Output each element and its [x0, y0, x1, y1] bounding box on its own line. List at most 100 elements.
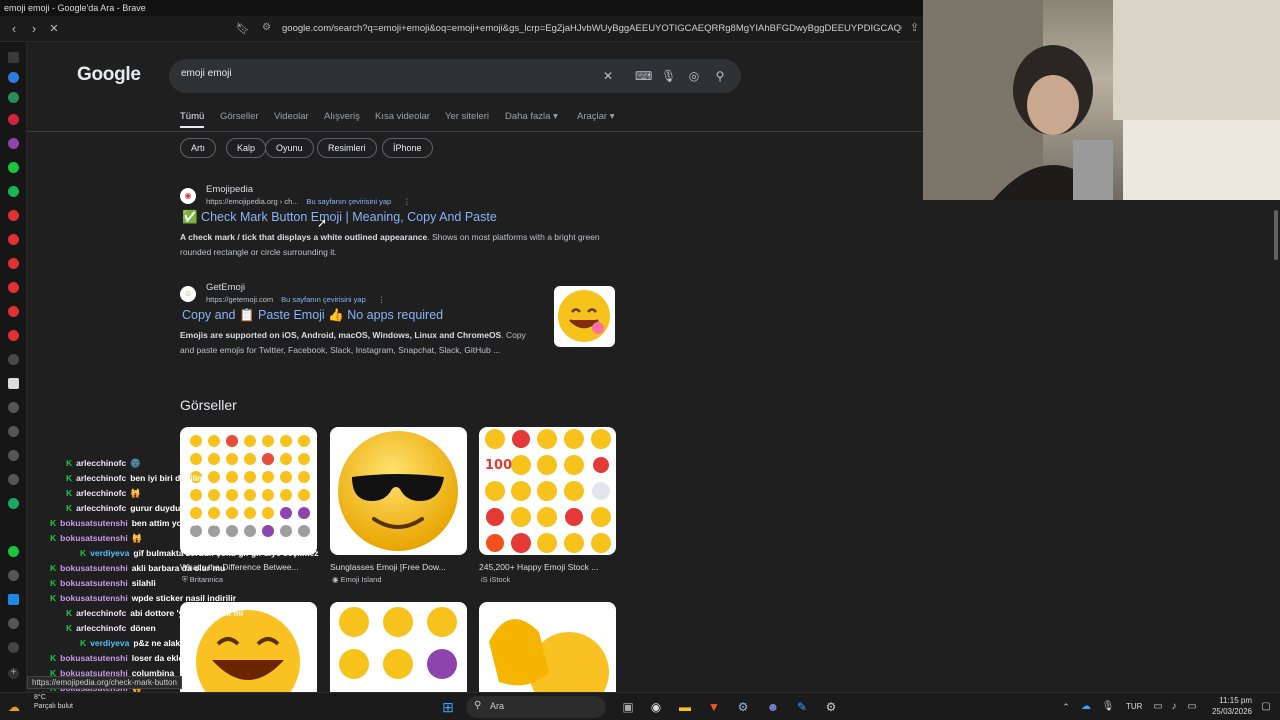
task-view-icon[interactable]: ▣: [620, 699, 636, 715]
clear-icon[interactable]: ✕: [601, 69, 615, 83]
sidebar-app-icon[interactable]: [8, 570, 19, 581]
tab-videos[interactable]: Videolar: [274, 111, 309, 122]
discord-icon[interactable]: ☻: [765, 699, 781, 715]
search-icon[interactable]: ⚲: [713, 69, 727, 83]
svg-text:100: 100: [485, 458, 512, 473]
sidebar-app-icon[interactable]: [8, 546, 19, 557]
clock-date[interactable]: 25/03/2026: [1210, 707, 1252, 716]
sidebar-app-icon[interactable]: [8, 426, 19, 437]
clock-time[interactable]: 11:15 pm: [1214, 696, 1252, 705]
more-options-icon[interactable]: ⋮: [378, 295, 386, 304]
start-menu-icon[interactable]: ⊞: [440, 699, 456, 715]
tab-tools[interactable]: Araçlar ▾: [577, 111, 615, 122]
bookmark-icon[interactable]: 🔖︎: [236, 22, 250, 35]
sidebar-app-icon[interactable]: [8, 402, 19, 413]
filter-chip[interactable]: İPhone: [382, 138, 433, 158]
site-info-icon[interactable]: ⚙: [262, 22, 271, 33]
sidebar-app-icon[interactable]: [8, 234, 19, 245]
tab-places[interactable]: Yer siteleri: [445, 111, 489, 122]
image-result[interactable]: [330, 427, 467, 555]
chat-message: Kbokusatsutenshi🙀: [50, 533, 143, 543]
language-indicator[interactable]: TUR: [1126, 702, 1142, 711]
image-result[interactable]: [479, 602, 616, 692]
translate-link[interactable]: Bu sayfanın çevirisini yap: [307, 197, 392, 206]
lens-icon[interactable]: ◎: [687, 69, 701, 83]
filter-chip[interactable]: Kalp: [226, 138, 267, 158]
result-title-link[interactable]: ✅ Check Mark Button Emoji | Meaning, Cop…: [182, 210, 497, 225]
page-scrollbar[interactable]: [1272, 200, 1280, 690]
sidebar-app-icon[interactable]: [8, 72, 19, 83]
sidebar-app-icon[interactable]: [8, 618, 19, 629]
translate-link[interactable]: Bu sayfanın çevirisini yap: [281, 295, 366, 304]
image-result[interactable]: [180, 427, 317, 555]
app-icon[interactable]: ✎: [794, 699, 810, 715]
filter-chip[interactable]: Oyunu: [265, 138, 314, 158]
tab-all[interactable]: Tümü: [180, 111, 205, 128]
weather-icon[interactable]: ☁: [6, 699, 22, 715]
battery-icon[interactable]: ▭: [1184, 699, 1200, 715]
taskbar-search[interactable]: ⚲ Ara: [466, 696, 606, 718]
address-bar-url[interactable]: google.com/search?q=emoji+emoji&oq=emoji…: [282, 23, 902, 34]
keyboard-icon[interactable]: ⌨: [635, 69, 652, 83]
sidebar-app-icon[interactable]: [8, 450, 19, 461]
image-source: ⛨ Britannica: [182, 575, 224, 584]
image-caption[interactable]: 245,200+ Happy Emoji Stock ...: [479, 562, 616, 572]
tab-more[interactable]: Daha fazla ▾: [505, 111, 558, 122]
settings-icon[interactable]: ⚙: [823, 699, 839, 715]
search-box[interactable]: ✕ ⌨ 🎙︎ ◎ ⚲: [169, 59, 741, 93]
sidebar-app-icon[interactable]: [8, 474, 19, 485]
network-icon[interactable]: ▭: [1150, 699, 1166, 715]
sidebar-app-icon[interactable]: [8, 354, 19, 365]
sidebar-app-icon[interactable]: [8, 282, 19, 293]
image-result[interactable]: 100: [479, 427, 616, 555]
sidebar-app-icon[interactable]: [8, 138, 19, 149]
chevron-up-icon[interactable]: ⌃: [1058, 699, 1074, 715]
filter-chip[interactable]: Artı: [180, 138, 217, 158]
sidebar-app-icon[interactable]: [8, 258, 19, 269]
forward-icon[interactable]: ›: [26, 20, 42, 38]
sidebar-app-icon[interactable]: [8, 498, 19, 509]
google-logo[interactable]: Google: [77, 64, 141, 86]
sidebar-panel-icon[interactable]: [8, 52, 19, 63]
sidebar-app-icon[interactable]: [8, 306, 19, 317]
scrollbar-thumb[interactable]: [1274, 210, 1278, 260]
tab-images[interactable]: Görseller: [220, 111, 259, 122]
happy-emoji-collage-image: 100: [485, 429, 611, 553]
image-result[interactable]: [330, 602, 467, 692]
search-input[interactable]: [181, 68, 561, 79]
back-icon[interactable]: ‹: [6, 20, 22, 38]
file-explorer-icon[interactable]: ▬: [677, 699, 693, 715]
stop-loading-icon[interactable]: ✕: [46, 20, 62, 38]
tab-shopping[interactable]: Alışveriş: [324, 111, 360, 122]
sidebar-app-icon[interactable]: [8, 210, 19, 221]
sidebar-app-icon[interactable]: [8, 594, 19, 605]
result-title-link[interactable]: Copy and 📋 Paste Emoji 👍 No apps require…: [182, 308, 542, 323]
more-options-icon[interactable]: ⋮: [403, 197, 411, 206]
sidebar-app-icon[interactable]: [8, 330, 19, 341]
tab-short-videos[interactable]: Kısa videolar: [375, 111, 430, 122]
onedrive-icon[interactable]: ☁: [1078, 699, 1094, 715]
settings-icon[interactable]: [8, 642, 19, 653]
chat-message: Karlecchinofc dönen: [66, 623, 156, 633]
sidebar-app-icon[interactable]: [8, 92, 19, 103]
share-icon[interactable]: ⇪: [910, 21, 919, 34]
microphone-icon[interactable]: 🎙︎: [661, 69, 676, 83]
add-panel-icon[interactable]: +: [8, 668, 19, 679]
steam-icon[interactable]: ⚙: [735, 699, 751, 715]
sidebar-app-icon[interactable]: [8, 114, 19, 125]
result-thumbnail[interactable]: [554, 286, 615, 347]
emoji-set-image: [339, 607, 457, 679]
filter-chip[interactable]: Resimleri: [317, 138, 377, 158]
sidebar-app-icon[interactable]: [8, 378, 19, 389]
microphone-icon[interactable]: 🎙︎: [1100, 699, 1116, 715]
weather-widget[interactable]: 8°C Parçalı bulut: [34, 693, 73, 711]
notifications-icon[interactable]: ▢: [1258, 699, 1274, 715]
kick-icon: K: [50, 533, 57, 543]
search-result: ◉ Emojipedia https://emojipedia.org › ch…: [180, 184, 620, 264]
volume-icon[interactable]: ♪: [1166, 699, 1182, 715]
sidebar-app-icon[interactable]: [8, 186, 19, 197]
obs-icon[interactable]: ◉: [648, 699, 664, 715]
image-caption[interactable]: Sunglasses Emoji [Free Dow...: [330, 562, 467, 572]
sidebar-app-icon[interactable]: [8, 162, 19, 173]
brave-browser-icon[interactable]: ▼: [706, 699, 722, 715]
